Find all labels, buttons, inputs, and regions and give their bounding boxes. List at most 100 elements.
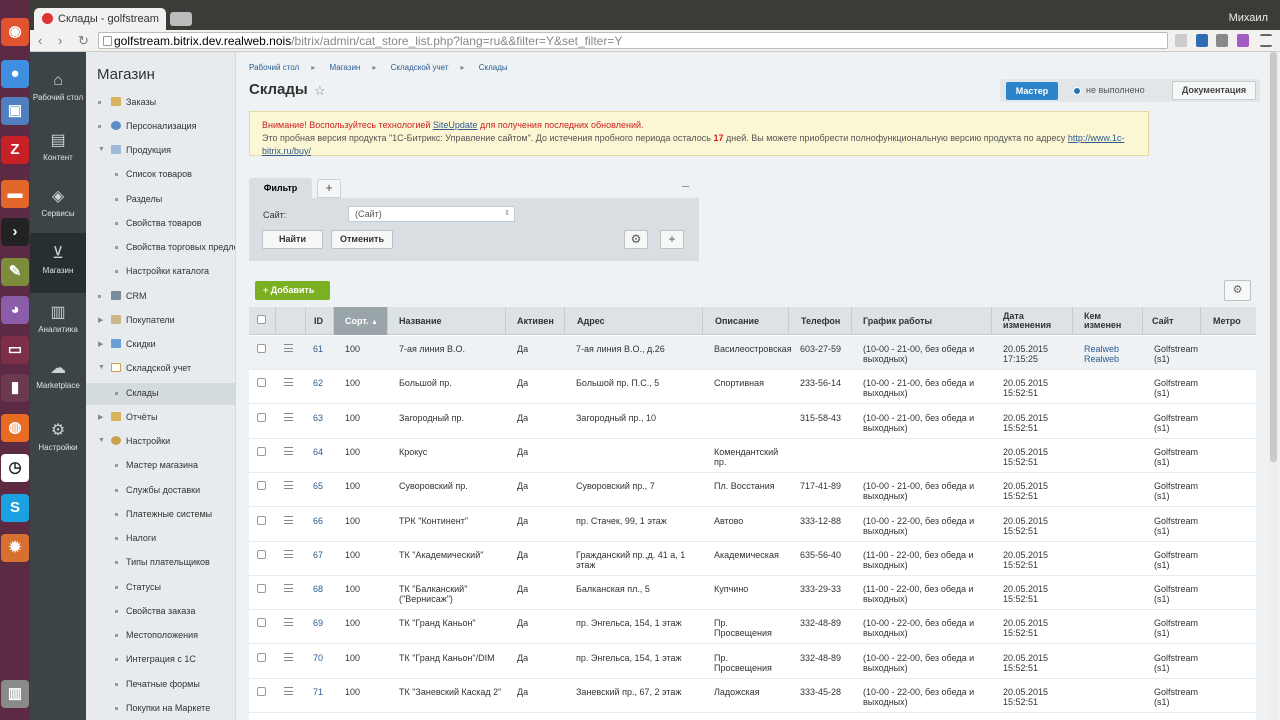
editor-icon[interactable]: ✎ bbox=[1, 258, 29, 286]
submenu-item-locations[interactable]: Местоположения bbox=[86, 625, 235, 647]
ubuntu-icon[interactable]: ◉ bbox=[1, 18, 29, 46]
submenu-item-1c[interactable]: Интеграция с 1С bbox=[86, 649, 235, 671]
filezilla-icon[interactable]: Z bbox=[1, 136, 29, 164]
submenu-item-orders[interactable]: Заказы bbox=[86, 92, 235, 114]
add-button[interactable]: + Добавить bbox=[255, 281, 330, 300]
minimize-icon[interactable]: – bbox=[682, 178, 689, 193]
submenu-item-product-list[interactable]: Список товаров bbox=[86, 164, 235, 186]
submenu-item-catalog-settings[interactable]: Настройки каталога bbox=[86, 261, 235, 283]
cell-id[interactable]: 71 bbox=[313, 687, 337, 697]
documentation-button[interactable]: Документация bbox=[1172, 81, 1256, 100]
shield-icon[interactable] bbox=[1175, 34, 1187, 47]
firefox-icon[interactable]: ◍ bbox=[1, 414, 29, 442]
main-menu-analytics[interactable]: ▥ Аналитика bbox=[30, 292, 86, 352]
row-menu-icon[interactable] bbox=[284, 378, 293, 387]
row-checkbox[interactable] bbox=[257, 481, 266, 491]
cell-by[interactable]: Realweb Realweb bbox=[1084, 344, 1132, 364]
submenu-item-sections[interactable]: Разделы bbox=[86, 189, 235, 211]
row-checkbox[interactable] bbox=[257, 412, 266, 422]
cell-id[interactable]: 70 bbox=[313, 653, 337, 663]
cell-id[interactable]: 64 bbox=[313, 447, 337, 457]
submenu-item-stores[interactable]: Склады bbox=[86, 383, 235, 405]
breadcrumb-item[interactable]: Склады bbox=[479, 63, 508, 72]
row-menu-icon[interactable] bbox=[284, 687, 293, 695]
usb-icon[interactable]: ▮ bbox=[1, 374, 29, 402]
header-id[interactable]: ID bbox=[306, 307, 334, 335]
row-menu-icon[interactable] bbox=[284, 412, 293, 421]
breadcrumb-item[interactable]: Магазин bbox=[329, 63, 360, 72]
main-menu-shop[interactable]: ⊻ Магазин bbox=[30, 233, 86, 293]
submenu-item-discounts[interactable]: ▶ Скидки bbox=[86, 334, 235, 356]
main-menu-marketplace[interactable]: ☁ Marketplace bbox=[30, 348, 86, 408]
row-checkbox[interactable] bbox=[257, 618, 266, 628]
submenu-item-crm[interactable]: CRM bbox=[86, 286, 235, 308]
table-row[interactable]: 62 100 Большой пр. Да Большой пр. П.С., 5 Спо… bbox=[249, 370, 1256, 405]
row-checkbox[interactable] bbox=[257, 687, 266, 696]
submenu-item-offer-props[interactable]: Свойства торговых предло bbox=[86, 237, 235, 259]
forward-icon[interactable]: › bbox=[58, 33, 62, 48]
back-icon[interactable]: ‹ bbox=[38, 33, 42, 48]
skype-icon[interactable]: S bbox=[1, 494, 29, 522]
cancel-button[interactable]: Отменить bbox=[331, 230, 393, 249]
plus-icon[interactable]: + bbox=[660, 230, 684, 249]
browser-tab[interactable]: Склады - golfstream bbox=[34, 8, 166, 30]
cell-id[interactable]: 63 bbox=[313, 413, 337, 423]
row-menu-icon[interactable] bbox=[284, 549, 293, 558]
find-button[interactable]: Найти bbox=[262, 230, 323, 249]
chrome-icon[interactable]: ● bbox=[1, 60, 29, 88]
select-all-checkbox[interactable] bbox=[257, 315, 266, 324]
settings-gear-icon[interactable]: ⚙ bbox=[1224, 280, 1251, 301]
header-date[interactable]: Дата изменения bbox=[992, 307, 1073, 335]
siteupdate-link[interactable]: SiteUpdate bbox=[433, 120, 478, 130]
settings-icon[interactable]: ✹ bbox=[1, 534, 29, 562]
submenu-item-print-forms[interactable]: Печатные формы bbox=[86, 674, 235, 696]
download-icon[interactable] bbox=[1196, 34, 1208, 47]
trash-icon[interactable]: ▥ bbox=[1, 680, 29, 708]
submenu-item-product-props[interactable]: Свойства товаров bbox=[86, 213, 235, 235]
breadcrumb-item[interactable]: Складской учет bbox=[391, 63, 449, 72]
star-icon[interactable]: ☆ bbox=[314, 83, 326, 99]
header-phone[interactable]: Телефон bbox=[789, 307, 852, 335]
row-checkbox[interactable] bbox=[257, 446, 266, 456]
row-checkbox[interactable] bbox=[257, 515, 266, 525]
row-menu-icon[interactable] bbox=[284, 446, 293, 455]
terminal-icon[interactable]: › bbox=[1, 218, 29, 246]
row-checkbox[interactable] bbox=[257, 549, 266, 559]
main-menu-desktop[interactable]: ⌂ Рабочий стол bbox=[30, 60, 86, 120]
screen-icon[interactable]: ▭ bbox=[1, 336, 29, 364]
submenu-item-payment[interactable]: Платежные системы bbox=[86, 504, 235, 526]
reload-icon[interactable]: ↻ bbox=[78, 33, 89, 49]
clock-icon[interactable]: ◷ bbox=[1, 454, 29, 482]
submenu-item-products[interactable]: ▼ Продукция bbox=[86, 140, 235, 162]
submenu-item-statuses[interactable]: Статусы bbox=[86, 577, 235, 599]
header-active[interactable]: Активен bbox=[506, 307, 565, 335]
site-select[interactable]: (Сайт) ⇕ bbox=[348, 206, 515, 222]
submenu-item-customers[interactable]: ▶ Покупатели bbox=[86, 310, 235, 332]
row-menu-icon[interactable] bbox=[284, 344, 293, 352]
cell-id[interactable]: 69 bbox=[313, 618, 337, 628]
main-menu-settings[interactable]: ⚙ Настройки bbox=[30, 410, 86, 470]
header-description[interactable]: Описание bbox=[703, 307, 789, 335]
submenu-item-personalization[interactable]: Персонализация bbox=[86, 116, 235, 138]
table-row[interactable]: 70 100 ТК "Гранд Каньон"/DIM Да пр. Энгельса… bbox=[249, 644, 1256, 679]
table-row[interactable]: 66 100 ТРК "Континент" Да пр. Стачек, 99, 1 … bbox=[249, 507, 1256, 542]
header-address[interactable]: Адрес bbox=[565, 307, 703, 335]
master-button[interactable]: Мастер bbox=[1006, 82, 1058, 100]
extension-icon[interactable] bbox=[1216, 34, 1228, 47]
cell-id[interactable]: 62 bbox=[313, 378, 337, 388]
row-checkbox[interactable] bbox=[257, 652, 266, 662]
table-row[interactable]: 65 100 Суворовский пр. Да Суворовский пр., 7… bbox=[249, 473, 1256, 508]
main-menu-content[interactable]: ▤ Контент bbox=[30, 120, 86, 180]
pen-icon[interactable] bbox=[1237, 34, 1249, 47]
header-metro[interactable]: Метро bbox=[1201, 307, 1256, 335]
gear-icon[interactable]: ⚙ bbox=[624, 230, 648, 249]
header-modified-by[interactable]: Кем изменен bbox=[1073, 307, 1143, 335]
submenu-item-reports[interactable]: ▶ Отчёты bbox=[86, 407, 235, 429]
row-checkbox[interactable] bbox=[257, 378, 266, 388]
cell-id[interactable]: 67 bbox=[313, 550, 337, 560]
add-filter-tab-button[interactable]: + bbox=[317, 179, 341, 198]
header-sort[interactable]: Сорт. ▲ bbox=[334, 307, 388, 335]
header-name[interactable]: Название bbox=[388, 307, 506, 335]
files-icon[interactable]: ▬ bbox=[1, 180, 29, 208]
row-menu-icon[interactable] bbox=[284, 481, 293, 490]
